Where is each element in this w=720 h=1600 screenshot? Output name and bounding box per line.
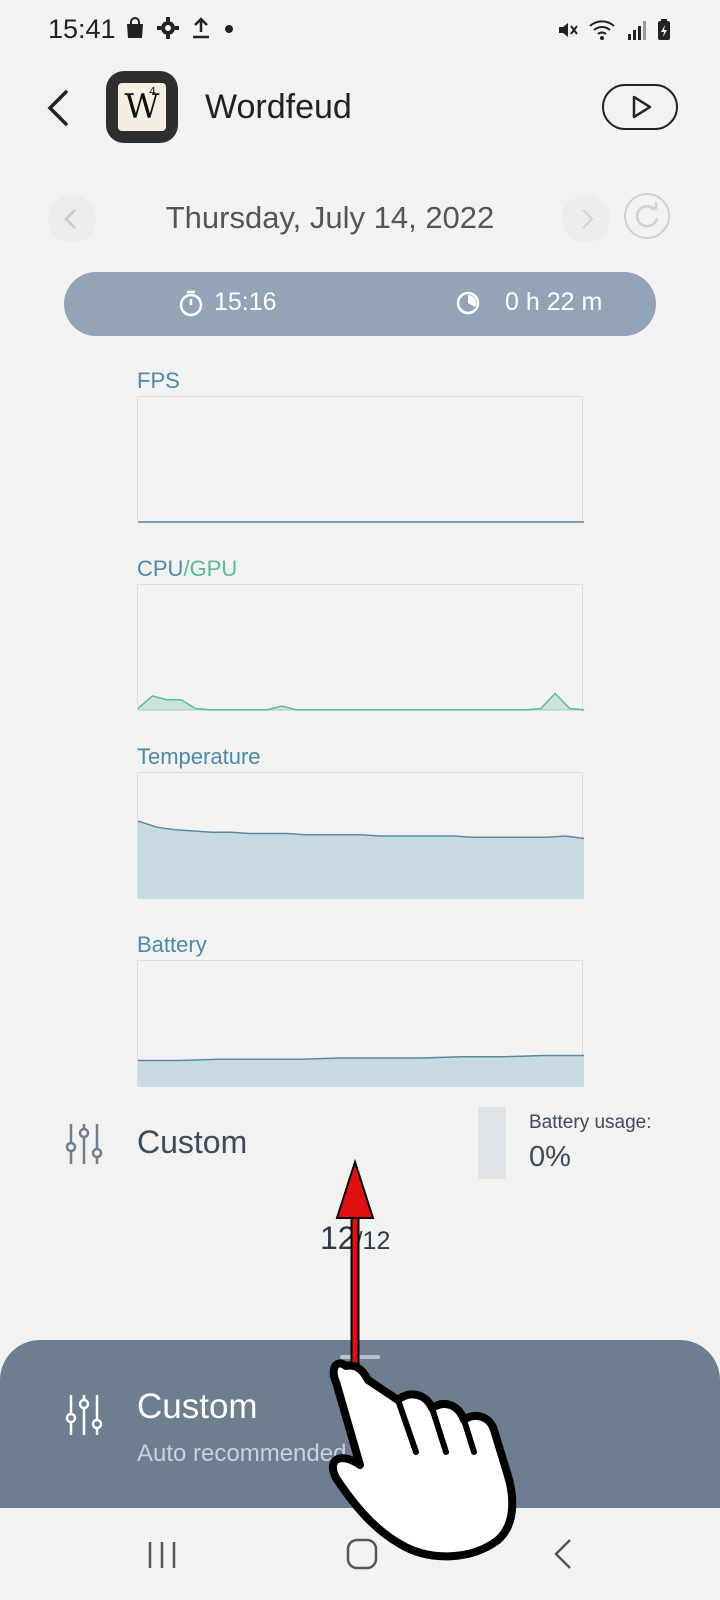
swipe-arrow-icon bbox=[335, 1158, 375, 1365]
session-start-time: 15:16 bbox=[214, 288, 277, 316]
cpu-gpu-chart bbox=[137, 584, 584, 711]
battery-usage-bar bbox=[478, 1107, 506, 1179]
fps-chart-plot bbox=[138, 521, 584, 523]
play-button[interactable] bbox=[602, 84, 678, 130]
temperature-chart bbox=[137, 772, 584, 899]
battery-chart-label: Battery bbox=[137, 932, 207, 957]
status-time: 15:41 bbox=[48, 14, 116, 44]
app-icon-superscript: 4 bbox=[149, 85, 156, 98]
play-icon bbox=[632, 95, 652, 119]
session-duration: 0 h 22 m bbox=[455, 288, 602, 317]
back-button[interactable] bbox=[40, 86, 80, 130]
sliders-icon bbox=[65, 1124, 103, 1164]
session-duration-value: 0 h 22 m bbox=[505, 288, 603, 316]
status-icons-right bbox=[556, 18, 672, 42]
gpu-label: /GPU bbox=[183, 556, 238, 581]
dot-icon bbox=[225, 25, 233, 33]
status-bar: 15:41 bbox=[0, 0, 720, 64]
sheet-title[interactable]: Custom bbox=[137, 1387, 258, 1427]
back-nav-button[interactable] bbox=[534, 1530, 594, 1578]
status-icons-left bbox=[124, 16, 236, 40]
cpu-series-area bbox=[138, 693, 584, 711]
sheet-subtitle: Auto recommended bbox=[137, 1440, 347, 1467]
session-summary: 15:16 0 h 22 m bbox=[64, 272, 656, 336]
battery-usage-label: Battery usage: bbox=[529, 1112, 652, 1133]
temperature-chart-plot bbox=[138, 820, 584, 899]
gear-icon bbox=[157, 17, 179, 39]
page-current: 12 bbox=[320, 1220, 356, 1256]
back-nav-icon bbox=[554, 1539, 571, 1569]
battery-chart bbox=[137, 960, 584, 1087]
refresh-button[interactable] bbox=[624, 193, 670, 239]
sheet-drag-handle[interactable] bbox=[340, 1355, 380, 1359]
app-icon-tile: W bbox=[118, 83, 166, 131]
app-icon: W 4 bbox=[106, 71, 178, 143]
recent-apps-button[interactable] bbox=[132, 1530, 192, 1578]
wifi-icon bbox=[589, 20, 615, 40]
cpu-series-line bbox=[138, 692, 584, 711]
mute-icon bbox=[559, 23, 578, 37]
chevron-left-icon bbox=[64, 209, 76, 229]
stopwatch-icon bbox=[179, 290, 203, 316]
page-total: /12 bbox=[355, 1227, 391, 1255]
home-icon bbox=[346, 1538, 378, 1570]
refresh-icon bbox=[635, 202, 659, 228]
next-day-button[interactable] bbox=[562, 195, 610, 243]
battery-chart-plot bbox=[138, 1054, 584, 1087]
home-button[interactable] bbox=[332, 1530, 392, 1578]
previous-day-button[interactable] bbox=[48, 195, 96, 243]
sliders-icon bbox=[65, 1395, 103, 1435]
temperature-chart-label: Temperature bbox=[137, 744, 261, 769]
clock-icon bbox=[456, 291, 480, 314]
navigation-bar bbox=[0, 1508, 720, 1600]
battery-charging-icon bbox=[658, 19, 670, 40]
bottom-sheet[interactable] bbox=[0, 1340, 720, 1508]
page-title: Wordfeud bbox=[205, 88, 352, 126]
date-label: Thursday, July 14, 2022 bbox=[165, 200, 495, 235]
fps-chart-label: FPS bbox=[137, 368, 180, 393]
recent-apps-icon bbox=[148, 1542, 176, 1568]
temperature-series-area bbox=[138, 820, 584, 899]
chevron-right-icon bbox=[582, 209, 594, 229]
cpu-label: CPU bbox=[137, 556, 184, 581]
cpu-gpu-chart-label: CPU/GPU bbox=[137, 556, 237, 582]
battery-usage-value: 0% bbox=[529, 1141, 571, 1173]
cpu-gpu-chart-plot bbox=[138, 692, 584, 711]
page-counter: 12/12 bbox=[320, 1220, 440, 1257]
signal-icon bbox=[628, 21, 646, 40]
upload-icon bbox=[193, 17, 209, 39]
session-start: 15:16 bbox=[178, 288, 277, 317]
shopping-bag-icon bbox=[127, 17, 143, 38]
mode-label: Custom bbox=[137, 1124, 248, 1160]
fps-chart bbox=[137, 396, 584, 523]
